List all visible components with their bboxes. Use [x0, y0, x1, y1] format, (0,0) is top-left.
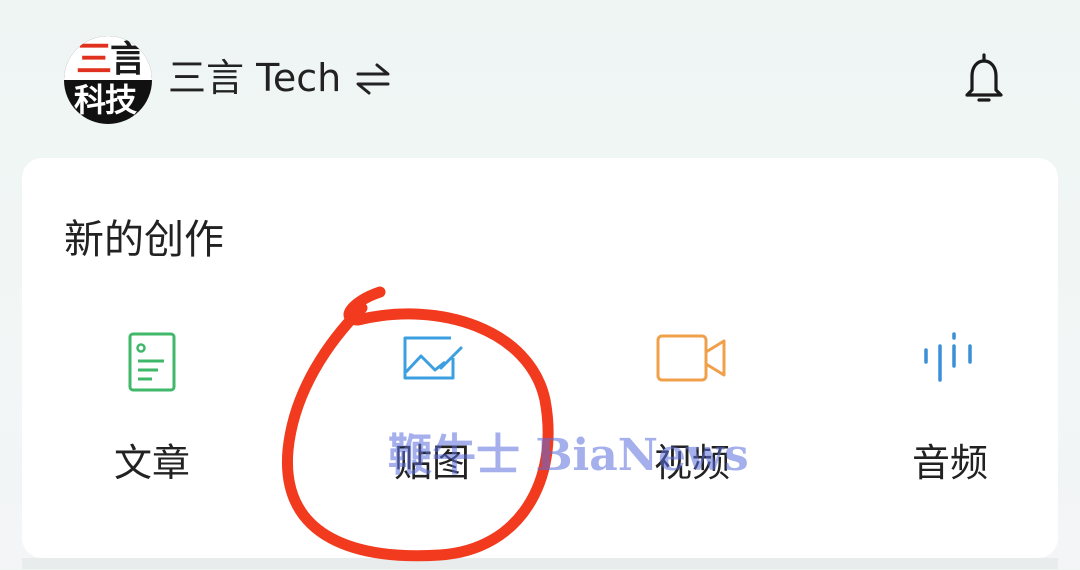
- create-audio-button[interactable]: 音频: [860, 328, 1040, 488]
- avatar[interactable]: 三言 科技: [64, 36, 152, 124]
- bottom-strip: [22, 558, 1058, 569]
- image-edit-icon: [403, 336, 463, 380]
- card-title: 新的创作: [64, 217, 224, 263]
- document-icon: [128, 332, 176, 392]
- bell-icon[interactable]: [960, 52, 1008, 106]
- account-name[interactable]: 三言 Tech: [168, 52, 341, 104]
- create-video-button[interactable]: 视频: [602, 328, 782, 488]
- avatar-text-top: 三言: [76, 38, 146, 82]
- top-header: 三言 科技 三言 Tech: [0, 0, 1080, 150]
- audio-label: 音频: [911, 441, 988, 485]
- create-image-post-button[interactable]: 贴图: [342, 328, 522, 488]
- swap-icon[interactable]: [355, 62, 391, 96]
- create-article-button[interactable]: 文章: [62, 328, 242, 488]
- avatar-text-top-rest: 言: [110, 39, 146, 80]
- video-camera-icon: [656, 334, 726, 382]
- image-post-label: 贴图: [393, 441, 470, 485]
- article-label: 文章: [113, 441, 190, 485]
- avatar-text-top-accent: 三: [76, 39, 112, 80]
- avatar-text-bottom: 科技: [74, 81, 137, 119]
- audio-wave-icon: [924, 332, 972, 382]
- creation-card: 新的创作 文章 贴图 视频 音频: [22, 158, 1058, 558]
- video-label: 视频: [653, 441, 730, 485]
